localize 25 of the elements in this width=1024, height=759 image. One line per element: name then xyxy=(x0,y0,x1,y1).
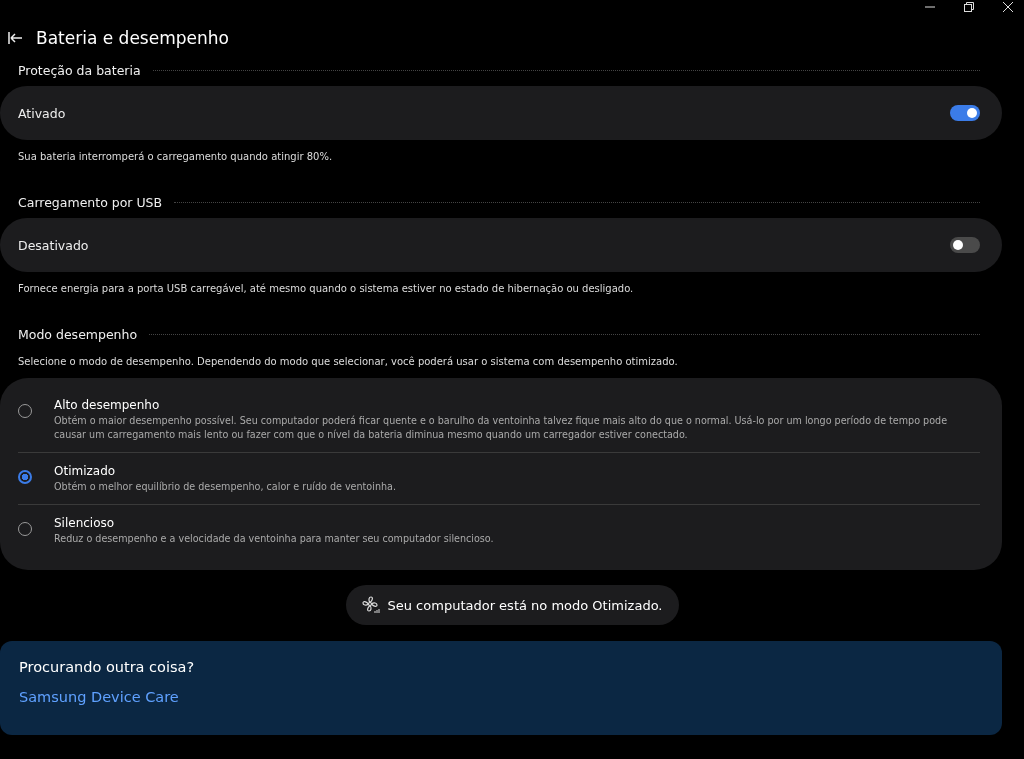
setting-label: Ativado xyxy=(18,105,66,121)
option-description: Obtém o melhor equilíbrio de desempenho, calor e ruído de ventoinha. xyxy=(54,480,397,494)
close-icon[interactable] xyxy=(1003,2,1013,12)
section-heading: Modo desempenho xyxy=(18,326,138,342)
status-text: Seu computador está no modo Otimizado. xyxy=(387,597,663,613)
option-label: Alto desempenho xyxy=(54,398,161,412)
description-text: Selecione o modo de desempenho. Dependendo do modo que selecionar, você poderá usar o sistema com desempenho otimizado. xyxy=(18,356,679,367)
setting-label: Desativado xyxy=(18,237,89,253)
fan-icon xyxy=(361,596,380,614)
footer-heading: Procurando outra coisa? xyxy=(19,659,196,675)
radio-button[interactable] xyxy=(18,470,32,484)
page-title: Bateria e desempenho xyxy=(36,28,229,48)
restore-icon[interactable] xyxy=(964,2,974,12)
toggle-switch[interactable] xyxy=(950,237,980,253)
description-text: Fornece energia para a porta USB carregável, até mesmo quando o sistema estiver no estado de hibernação ou desligado. xyxy=(18,283,635,294)
description-text: Sua bateria interromperá o carregamento quando atingir 80%. xyxy=(18,151,334,162)
option-label: Otimizado xyxy=(54,464,117,478)
section-heading: Proteção da bateria xyxy=(18,62,141,78)
device-care-link[interactable]: Samsung Device Care xyxy=(19,689,179,705)
option-label: Silencioso xyxy=(54,516,116,530)
option-description: Obtém o maior desempenho possível. Seu computador poderá ficar quente e o barulho da ventoinha talvez fique mais alto do que o normal. Usá-lo por um longo período de tempo pode causar um carregamento mais lento ou fazer com que o nível da bateria diminua mesmo quando um carregador estiver conectado. xyxy=(54,414,949,442)
section-heading: Carregamento por USB xyxy=(18,194,163,210)
option-description: Reduz o desempenho e a velocidade da ventoinha para manter seu computador silencioso. xyxy=(54,532,495,546)
back-icon[interactable] xyxy=(8,32,22,44)
toggle-switch[interactable] xyxy=(950,105,980,121)
